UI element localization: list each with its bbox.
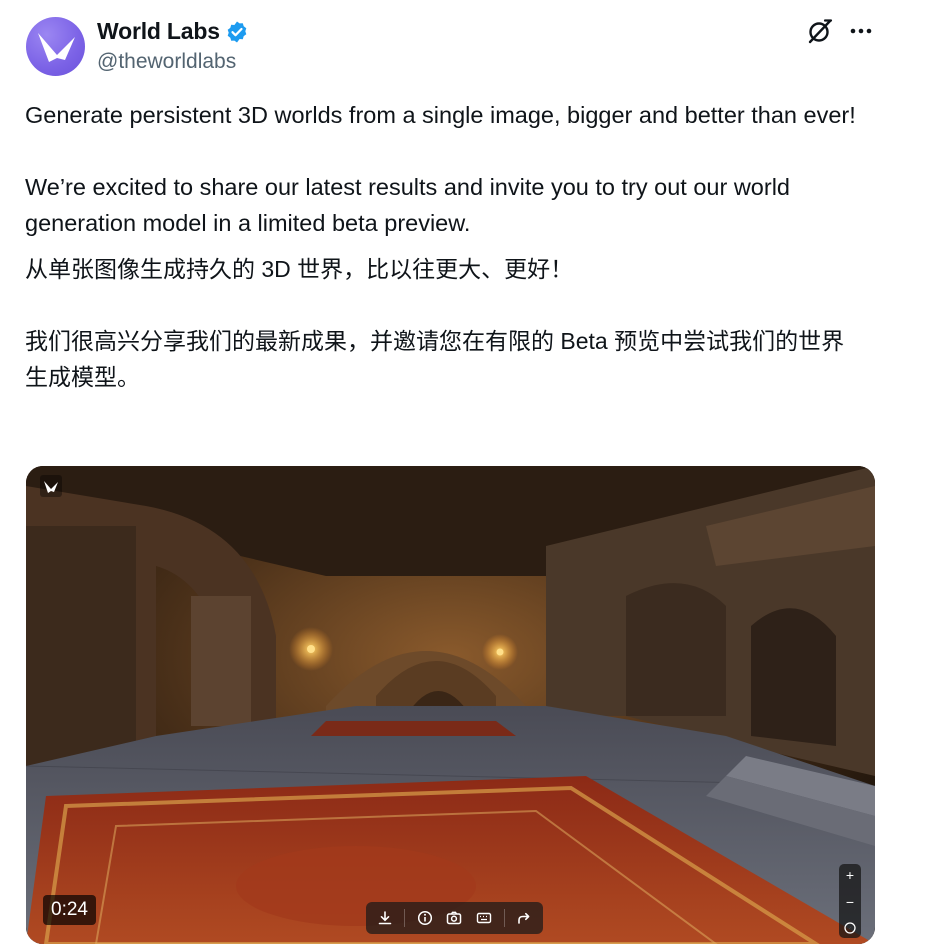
author-handle[interactable]: @theworldlabs [97,50,236,74]
grok-icon[interactable] [806,17,834,45]
camera-icon[interactable] [444,908,464,928]
world-labs-logo-icon [37,32,75,62]
tweet-text: Generate persistent 3D worlds from a sin… [25,97,865,395]
avatar[interactable] [26,17,85,76]
keyboard-icon[interactable] [474,908,494,928]
zoom-out-button[interactable]: − [846,895,854,909]
author-row: World Labs [97,18,249,45]
tweet-paragraph-translated: 从单张图像生成持久的 3D 世界，比以往更大、更好！ [25,256,574,282]
viewer-toolbar [366,902,543,934]
share-icon[interactable] [514,908,534,928]
world-labs-watermark-icon [40,475,62,497]
download-icon[interactable] [375,908,395,928]
tweet-paragraph: Generate persistent 3D worlds from a sin… [25,102,856,128]
video-timestamp: 0:24 [43,895,96,925]
compass-icon[interactable] [844,922,856,934]
dungeon-scene-image [26,466,875,944]
info-icon[interactable] [415,908,435,928]
verified-badge-icon [227,21,247,42]
author-name[interactable]: World Labs [97,18,220,45]
tweet-paragraph: We’re excited to share our latest result… [25,174,797,236]
tweet-paragraph-translated: 我们很高兴分享我们的最新成果，并邀请您在有限的 Beta 预览中尝试我们的世界生… [25,328,845,390]
more-icon[interactable] [848,20,874,42]
zoom-in-button[interactable]: + [846,868,854,882]
zoom-controls: + − [839,864,861,938]
video-player[interactable]: 0:24 + − [26,466,875,944]
